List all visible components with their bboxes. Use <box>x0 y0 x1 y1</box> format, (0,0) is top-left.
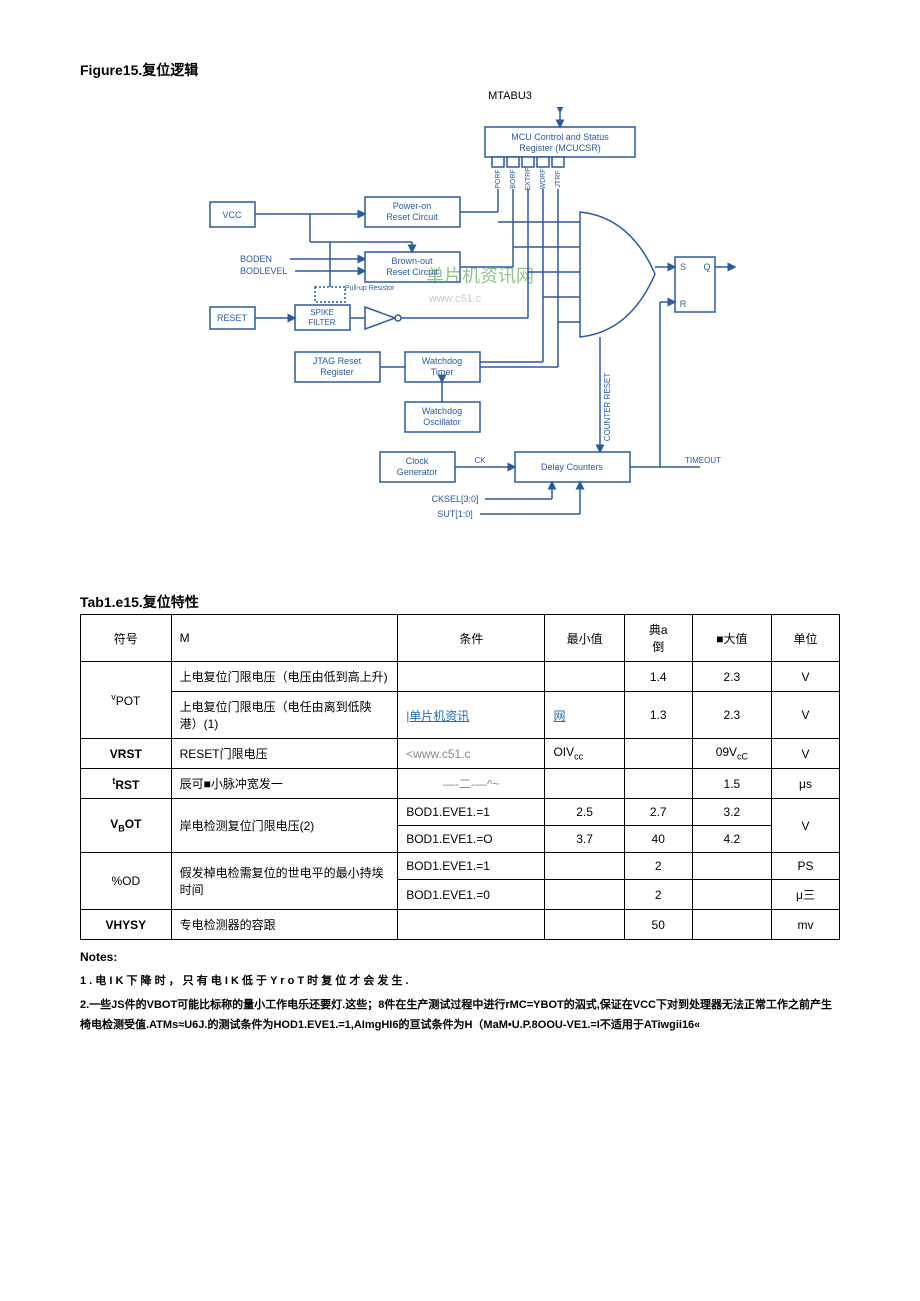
th-typ: 典a倒 <box>624 615 692 662</box>
svg-text:BODLEVEL: BODLEVEL <box>240 266 288 276</box>
svg-text:www.c51.c: www.c51.c <box>428 293 482 305</box>
mcu-csr-text: MCU Control and Status <box>511 132 609 142</box>
svg-text:Watchdog: Watchdog <box>422 356 462 366</box>
diagram-top-label: MTABU3 <box>180 90 840 102</box>
svg-text:Brown-out: Brown-out <box>391 256 433 266</box>
watermark-link[interactable]: 网 <box>553 709 565 723</box>
svg-text:PORF: PORF <box>495 169 502 188</box>
svg-text:Delay Counters: Delay Counters <box>541 462 604 472</box>
table-row: VHYSY 专电检测器的容跟 50 mv <box>81 910 840 940</box>
table-header-row: 符号 M 条件 最小值 典a倒 ■大值 单位 <box>81 615 840 662</box>
svg-text:JTAG Reset: JTAG Reset <box>313 356 362 366</box>
svg-text:EXTRF: EXTRF <box>525 168 532 191</box>
svg-text:Clock: Clock <box>406 456 429 466</box>
figure-title: Figure15.复位逻辑 <box>80 60 840 80</box>
svg-text:BORF: BORF <box>510 169 517 188</box>
table-row: vPOT 上电复位门限电压（电压由低到高上升) 1.4 2.3 V <box>81 662 840 692</box>
table-row: VBOT 岸电检测复位门限电压(2) BOD1.EVE1.=1 2.5 2.7 … <box>81 799 840 826</box>
svg-text:FILTER: FILTER <box>309 318 336 327</box>
svg-text:BODEN: BODEN <box>240 254 272 264</box>
svg-text:VCC: VCC <box>222 210 242 220</box>
spec-table: 符号 M 条件 最小值 典a倒 ■大值 单位 vPOT 上电复位门限电压（电压由… <box>80 614 840 940</box>
diagram-container: MTABU3 MCU Control and Status Register (… <box>80 90 840 542</box>
th-min: 最小值 <box>545 615 624 662</box>
note-1: 1 . 电 I K 下 降 时 ， 只 有 电 I K 低 于 Y r o T … <box>80 972 840 992</box>
svg-text:Register: Register <box>320 367 354 377</box>
svg-text:CKSEL[3:0]: CKSEL[3:0] <box>431 494 478 504</box>
note-2: 2.一些JS件的VBOT可能比标称的量小工作电乐还要灯.这些；8件在生产测试过程… <box>80 996 840 1036</box>
svg-text:WDRF: WDRF <box>540 169 547 190</box>
svg-text:RESET: RESET <box>217 313 248 323</box>
svg-text:Register (MCUCSR): Register (MCUCSR) <box>519 143 601 153</box>
table-title: Tab1.e15.复位特性 <box>80 592 840 612</box>
svg-text:单片机资讯网: 单片机资讯网 <box>426 266 534 286</box>
notes-section: Notes: 1 . 电 I K 下 降 时 ， 只 有 电 I K 低 于 Y… <box>80 950 840 1035</box>
svg-text:Generator: Generator <box>397 467 438 477</box>
svg-text:SUT[1:0]: SUT[1:0] <box>437 509 473 519</box>
svg-text:SPIKE: SPIKE <box>310 308 334 317</box>
watermark-link[interactable]: |单片机资讯 <box>406 709 469 723</box>
table-row: %OD 假发棹电检需复位的世电平的最小持埃时间 BOD1.EVE1.=1 2 P… <box>81 853 840 880</box>
th-param: M <box>171 615 398 662</box>
svg-text:S: S <box>680 262 686 272</box>
block-diagram: MCU Control and Status Register (MCUCSR)… <box>180 107 740 542</box>
svg-text:Power-on: Power-on <box>393 201 432 211</box>
svg-text:Oscillator: Oscillator <box>423 417 461 427</box>
th-symbol: 符号 <box>81 615 172 662</box>
table-row: tRST 辰可■小脉冲宽发一 —-二-—^~ 1.5 μs <box>81 769 840 799</box>
svg-text:JTRF: JTRF <box>555 170 562 187</box>
svg-text:TIMEOUT: TIMEOUT <box>685 456 721 465</box>
th-cond: 条件 <box>398 615 545 662</box>
notes-heading: Notes: <box>80 950 840 964</box>
table-row: 上电复位门限电压（电任由离到低陕港）(1) |单片机资讯 网 1.3 2.3 V <box>81 692 840 739</box>
th-unit: 单位 <box>772 615 840 662</box>
svg-text:Watchdog: Watchdog <box>422 406 462 416</box>
table-row: VRST RESET门限电压 <www.c51.c OIVcc 09VcC V <box>81 739 840 769</box>
svg-text:Timer: Timer <box>431 367 454 377</box>
svg-text:COUNTER RESET: COUNTER RESET <box>603 373 612 442</box>
svg-text:Reset Circuit: Reset Circuit <box>386 212 438 222</box>
th-max: ■大值 <box>692 615 771 662</box>
svg-text:Pull-up Resistor: Pull-up Resistor <box>345 285 395 292</box>
svg-text:Q: Q <box>703 262 710 272</box>
svg-text:R: R <box>680 299 687 309</box>
svg-text:CK: CK <box>474 456 486 465</box>
